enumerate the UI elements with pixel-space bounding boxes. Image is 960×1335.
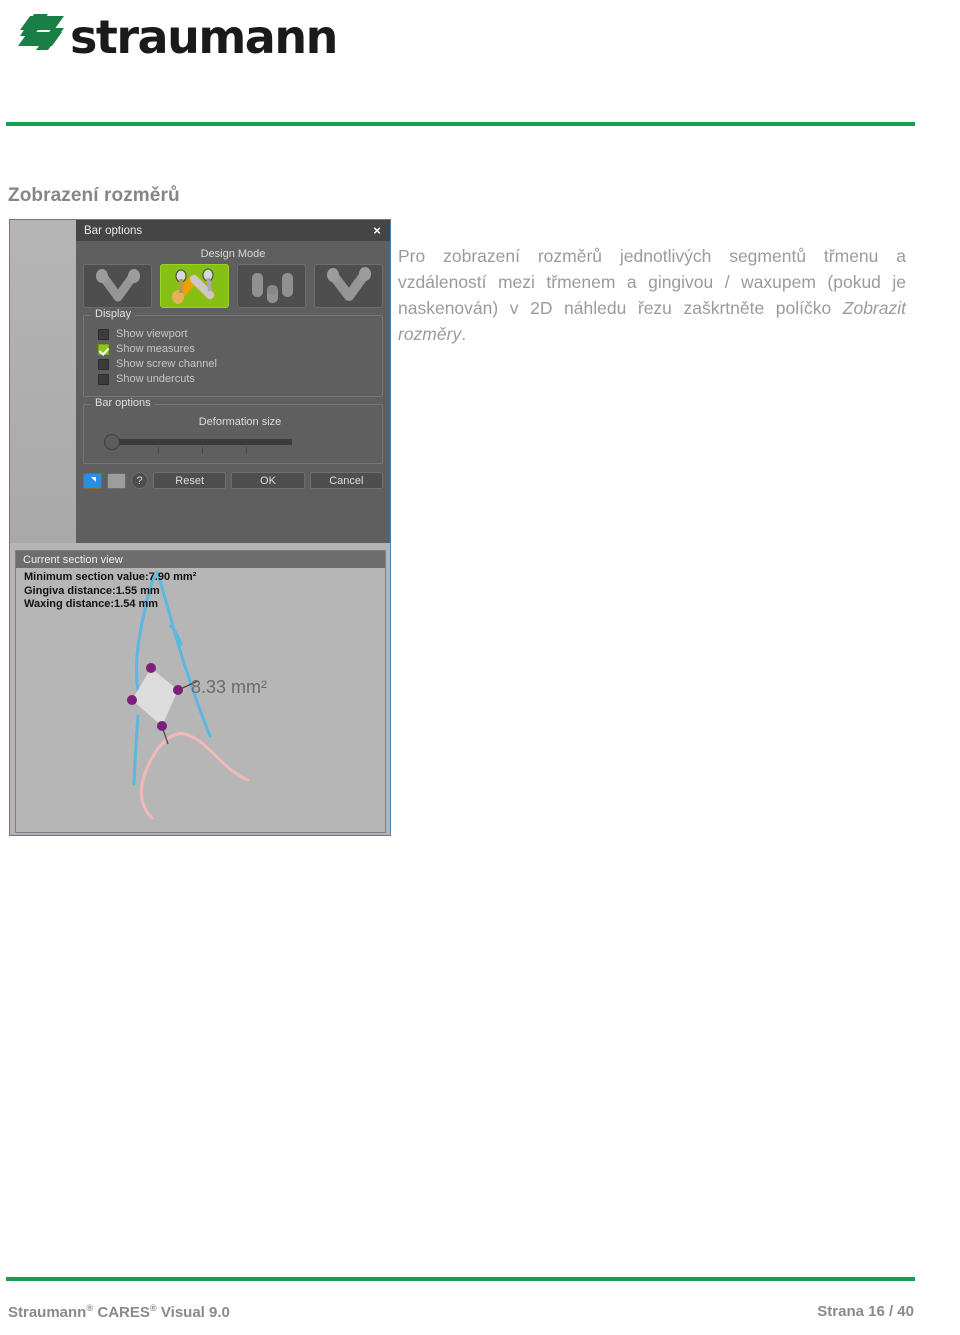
straumann-logo: straumann — [18, 10, 358, 64]
checkbox-show-viewport[interactable]: Show viewport — [98, 328, 374, 340]
checkbox-icon[interactable] — [98, 328, 109, 340]
design-mode-button-row — [83, 264, 383, 308]
arrow-glyph — [88, 476, 96, 485]
area-measurement-label: 8.33 mm² — [191, 677, 268, 697]
color-swatch-icon[interactable] — [107, 472, 126, 489]
checkbox-icon[interactable] — [98, 373, 109, 385]
footer-divider — [6, 1277, 915, 1281]
document-page: straumann Zobrazení rozměrů Bar options … — [0, 0, 960, 1335]
page-title: Zobrazení rozměrů — [8, 185, 180, 206]
checkbox-show-undercuts[interactable]: Show undercuts — [98, 373, 374, 385]
checkbox-show-measures[interactable]: Show measures — [98, 343, 374, 355]
checkbox-label: Show undercuts — [116, 373, 195, 385]
ok-button[interactable]: OK — [231, 472, 305, 489]
cancel-button[interactable]: Cancel — [309, 472, 383, 489]
bar-options-group: Bar options Deformation size — [83, 397, 383, 464]
bar-options-dialog: Bar options × Design Mode Display Show v… — [76, 220, 390, 543]
stat-minimum-section-value: Minimum section value:7.90 mm² — [24, 571, 197, 583]
footer-product: Straumann® CARES® Visual 9.0 — [8, 1303, 230, 1321]
checkbox-label: Show viewport — [116, 328, 188, 340]
application-screenshot: Bar options × Design Mode Display Show v… — [9, 219, 391, 836]
footer-cares: CARES — [93, 1304, 150, 1321]
viewport-area: Bar options × Design Mode Display Show v… — [10, 220, 390, 543]
bar-shape-1-icon — [96, 269, 140, 302]
dialog-title: Bar options — [84, 224, 143, 237]
reset-button[interactable]: Reset — [153, 472, 227, 489]
arrow-expand-icon[interactable] — [83, 472, 102, 489]
bar-shape-2-button[interactable] — [160, 264, 229, 308]
bar-shape-2-icon — [172, 268, 215, 304]
checkbox-checked-icon[interactable] — [98, 343, 109, 355]
section-view-title: Current section view — [16, 551, 385, 568]
stat-waxing-distance: Waxing distance:1.54 mm — [24, 598, 159, 610]
slider-tick — [246, 447, 247, 454]
header-divider — [6, 122, 915, 126]
footer-page-number: Strana 16 / 40 — [817, 1303, 914, 1320]
bar-options-group-legend: Bar options — [91, 397, 155, 409]
display-group-legend: Display — [91, 308, 136, 320]
design-mode-label: Design Mode — [200, 248, 266, 260]
checkbox-show-screw-channel[interactable]: Show screw channel — [98, 358, 374, 370]
footer-product-name: Straumann — [8, 1304, 87, 1321]
straumann-s-mark-icon — [18, 14, 64, 50]
deformation-size-label: Deformation size — [198, 416, 282, 428]
paragraph-text: Pro zobrazení rozměrů jednotlivých segme… — [398, 246, 906, 318]
help-icon[interactable]: ? — [131, 472, 148, 489]
slider-handle[interactable] — [104, 434, 120, 450]
footer-version: Visual 9.0 — [156, 1304, 230, 1321]
section-view-stats: Minimum section value:7.90 mm² Gingiva d… — [24, 571, 196, 612]
display-group: Display Show viewport Show measures Show… — [83, 308, 383, 397]
paragraph-text-end: . — [461, 324, 467, 344]
close-icon[interactable]: × — [370, 224, 384, 238]
deformation-size-slider[interactable] — [94, 433, 372, 455]
checkbox-icon[interactable] — [98, 358, 109, 370]
dialog-button-row: ? Reset OK Cancel — [83, 472, 383, 489]
bar-shape-3-icon — [252, 273, 293, 303]
bar-shape-4-button[interactable] — [314, 264, 383, 308]
registered-mark-icon: ® — [149, 1303, 157, 1313]
slider-tick — [202, 447, 203, 454]
bar-shape-3-button[interactable] — [237, 264, 306, 308]
slider-tick — [158, 447, 159, 454]
body-paragraph: Pro zobrazení rozměrů jednotlivých segme… — [398, 243, 906, 347]
stat-gingiva-distance: Gingiva distance:1.55 mm — [24, 584, 160, 597]
slider-track[interactable] — [112, 439, 292, 445]
checkbox-label: Show measures — [116, 343, 195, 355]
bar-shape-1-button[interactable] — [83, 264, 152, 308]
checkbox-label: Show screw channel — [116, 358, 217, 370]
dialog-titlebar: Bar options × — [76, 220, 390, 241]
current-section-view-panel: Current section view Minimum section val… — [15, 550, 386, 833]
bar-shape-4-icon — [327, 267, 371, 301]
dialog-body: Design Mode Display Show viewport Show m… — [76, 241, 390, 489]
logo-wordmark: straumann — [70, 10, 338, 64]
